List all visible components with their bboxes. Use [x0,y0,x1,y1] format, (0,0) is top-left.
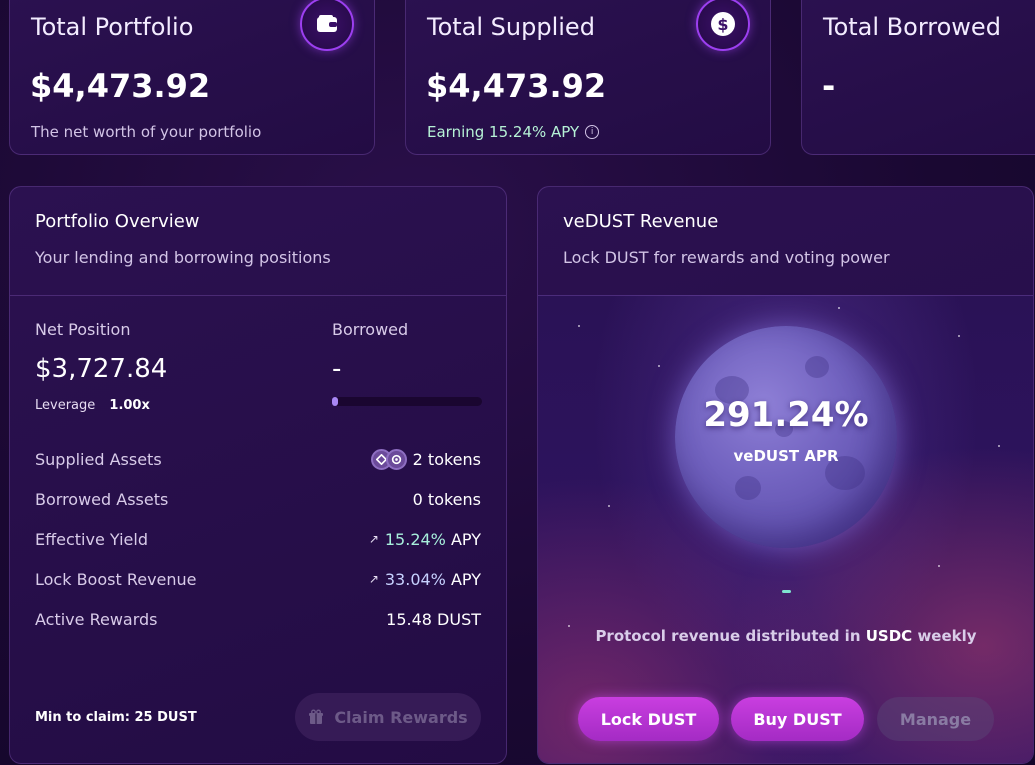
earning-apy-label: Earning 15.24% APY [427,123,580,141]
total-supplied-value: $4,473.92 [426,67,607,105]
effective-yield-value: 15.24% [384,529,446,549]
total-supplied-card: Total Supplied $4,473.92 Earning 15.24% … [405,0,771,155]
section-divider [538,295,1033,296]
total-portfolio-subtitle: The net worth of your portfolio [31,123,262,141]
leverage: Leverage 1.00x [35,398,150,413]
arrow-up-right-icon: ↗ [368,532,379,546]
total-borrowed-card: Total Borrowed - [801,0,1035,155]
lock-dust-button[interactable]: Lock DUST [578,697,719,741]
leverage-label: Leverage [35,398,96,413]
net-position-value: $3,727.84 [35,354,168,384]
vedust-apr-value: 291.24% [703,395,869,435]
borrowed-progress-fill [332,397,338,406]
active-rewards-label: Active Rewards [35,609,158,629]
vedust-subtitle: Lock DUST for rewards and voting power [563,248,890,267]
portfolio-overview-title: Portfolio Overview [35,211,200,232]
total-portfolio-title: Total Portfolio [31,13,194,41]
manage-button[interactable]: Manage [877,697,994,741]
borrowed-value: - [332,354,342,384]
effective-yield-row: Effective Yield ↗ 15.24% APY [35,528,481,550]
vedust-status-value [782,590,791,593]
borrowed-label: Borrowed [332,320,409,339]
vedust-revenue-card: veDUST Revenue Lock DUST for rewards and… [537,186,1034,764]
protocol-token: USDC [865,627,913,645]
leverage-value: 1.00x [109,398,150,413]
svg-text:$: $ [717,15,728,34]
active-rewards-row: Active Rewards 15.48 DUST [35,608,481,630]
vedust-apr-label: veDUST APR [733,447,839,465]
token-icon [385,448,407,470]
lock-boost-unit: APY [450,569,481,589]
effective-yield-label: Effective Yield [35,529,148,549]
info-icon[interactable]: i [585,125,600,139]
gift-icon [309,709,324,724]
borrowed-assets-row: Borrowed Assets 0 tokens [35,488,481,510]
protocol-revenue-text: Protocol revenue distributed in USDC wee… [595,627,977,645]
arrow-up-right-icon: ↗ [368,572,379,586]
token-icons [370,448,407,470]
claim-rewards-button[interactable]: Claim Rewards [295,693,481,741]
borrowed-assets-value: 0 tokens [412,489,481,509]
buy-dust-button[interactable]: Buy DUST [731,697,864,741]
supplied-assets-row: Supplied Assets 2 tokens [35,448,481,470]
effective-yield-unit: APY [450,529,481,549]
min-claim-text: Min to claim: 25 DUST [35,710,197,725]
moon-graphic [675,326,897,548]
dollar-icon: $ [696,0,750,51]
net-position-label: Net Position [35,320,131,339]
borrowed-progress-bar [332,397,482,406]
total-supplied-title: Total Supplied [427,13,595,41]
active-rewards-value: 15.48 DUST [386,609,481,629]
claim-rewards-label: Claim Rewards [334,707,468,727]
portfolio-overview-subtitle: Your lending and borrowing positions [35,248,331,267]
wallet-icon [300,0,354,51]
portfolio-overview-card: Portfolio Overview Your lending and borr… [9,186,507,764]
lock-boost-label: Lock Boost Revenue [35,569,197,589]
supplied-assets-value: 2 tokens [412,449,481,469]
vedust-title: veDUST Revenue [563,211,719,232]
total-borrowed-value: - [822,67,836,105]
total-borrowed-title: Total Borrowed [823,13,1001,41]
lock-boost-row: Lock Boost Revenue ↗ 33.04% APY [35,568,481,590]
total-portfolio-value: $4,473.92 [30,67,211,105]
lock-boost-value: 33.04% [384,569,446,589]
section-divider [10,295,506,296]
supplied-assets-label: Supplied Assets [35,449,162,469]
earning-apy-text: Earning 15.24% APY i [427,123,600,141]
borrowed-assets-label: Borrowed Assets [35,489,169,509]
total-portfolio-card: Total Portfolio $4,473.92 The net worth … [9,0,375,155]
